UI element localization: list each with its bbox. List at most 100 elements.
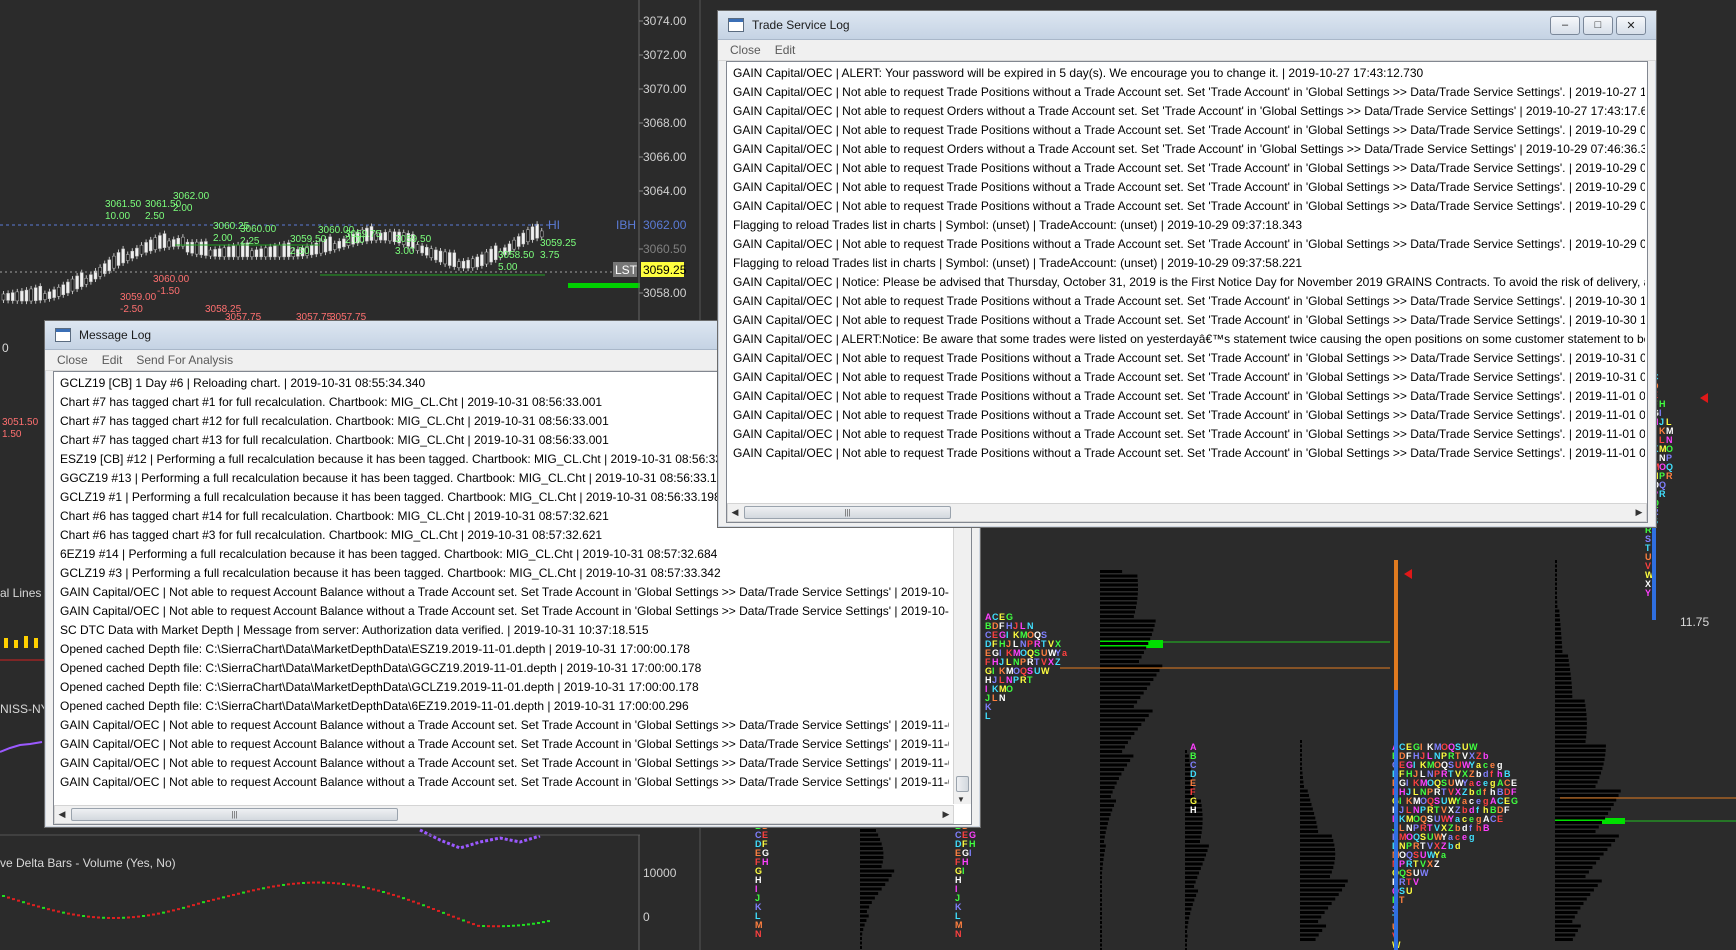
- scroll-left-icon[interactable]: ◀: [55, 806, 69, 823]
- log-line[interactable]: Flagging to reload Trades list in charts…: [727, 254, 1645, 273]
- svg-text:e: e: [1462, 832, 1467, 842]
- log-line[interactable]: GAIN Capital/OEC | Not able to request T…: [727, 178, 1645, 197]
- svg-text:T: T: [1027, 675, 1033, 685]
- svg-text:V: V: [1413, 877, 1419, 887]
- study-label-lines: al Lines: [0, 586, 41, 600]
- log-line[interactable]: GAIN Capital/OEC | Not able to request T…: [727, 444, 1645, 463]
- log-line[interactable]: 6EZ19 #14 | Performing a full recalculat…: [54, 545, 949, 564]
- log-line[interactable]: GAIN Capital/OEC | Not able to request T…: [727, 406, 1645, 425]
- minimize-button[interactable]: –: [1550, 15, 1580, 35]
- log-line[interactable]: Opened cached Depth file: C:\SierraChart…: [54, 640, 949, 659]
- svg-text:R: R: [1666, 471, 1673, 481]
- swing-annotation: 3062.00: [173, 191, 210, 202]
- scroll-down-icon[interactable]: ▼: [957, 795, 965, 804]
- svg-text:g: g: [1469, 832, 1475, 842]
- log-line[interactable]: GAIN Capital/OEC | Not able to request T…: [727, 368, 1645, 387]
- log-line[interactable]: GAIN Capital/OEC | Not able to request A…: [54, 773, 949, 792]
- menu-close[interactable]: Close: [57, 353, 88, 367]
- menu-close[interactable]: Close: [730, 43, 761, 57]
- svg-text:H: H: [1190, 805, 1197, 815]
- log-line[interactable]: GCLZ19 #3 | Performing a full recalculat…: [54, 564, 949, 583]
- log-line[interactable]: GAIN Capital/OEC | Not able to request T…: [727, 159, 1645, 178]
- menu-edit[interactable]: Edit: [102, 353, 123, 367]
- price-axis-label: 3060.50: [643, 242, 687, 256]
- log-line[interactable]: GAIN Capital/OEC | ALERT:Notice: Be awar…: [727, 330, 1645, 349]
- price-axis-label: 3066.00: [643, 150, 687, 164]
- svg-text:N: N: [999, 693, 1006, 703]
- swing-annotation: 2.25: [240, 236, 260, 247]
- svg-text:T: T: [1399, 895, 1405, 905]
- log-line[interactable]: GAIN Capital/OEC | Not able to request T…: [727, 83, 1645, 102]
- scroll-left-icon[interactable]: ◀: [728, 504, 742, 521]
- close-button[interactable]: ✕: [1616, 15, 1646, 35]
- swing-annotation: 2.00: [173, 203, 193, 214]
- log-line[interactable]: SC DTC Data with Market Depth | Message …: [54, 621, 949, 640]
- price-axis-label: 3070.00: [643, 82, 687, 96]
- menu-edit[interactable]: Edit: [775, 43, 796, 57]
- swing-annotation: 2.50: [290, 246, 310, 257]
- swing-annotation: 3061.50: [105, 199, 142, 210]
- log-line[interactable]: Opened cached Depth file: C:\SierraChart…: [54, 659, 949, 678]
- svg-text:U: U: [1034, 666, 1041, 676]
- lst-price: 3059.25: [643, 263, 687, 277]
- swing-annotation: 3059.50: [395, 234, 432, 245]
- horizontal-scrollbar[interactable]: ◀ ||| ▶: [727, 503, 1647, 522]
- svg-text:U: U: [1406, 886, 1413, 896]
- log-line[interactable]: Chart #6 has tagged chart #3 for full re…: [54, 526, 949, 545]
- horizontal-scrollbar[interactable]: ◀ ||| ▶: [54, 805, 954, 824]
- log-line[interactable]: GAIN Capital/OEC | Not able to request T…: [727, 292, 1645, 311]
- svg-text:Y: Y: [1645, 588, 1651, 598]
- svg-text:P: P: [1013, 675, 1019, 685]
- log-line[interactable]: Opened cached Depth file: C:\SierraChart…: [54, 678, 949, 697]
- swing-annotation: 3.75: [540, 250, 560, 261]
- swing-annotation: 3.00: [395, 246, 415, 257]
- swing-annotation: -1.50: [157, 286, 180, 297]
- ibh-price: 3062.00: [643, 218, 687, 232]
- svg-text:H: H: [762, 857, 769, 867]
- trade-log-titlebar[interactable]: Trade Service Log – □ ✕: [718, 11, 1656, 40]
- log-line[interactable]: GAIN Capital/OEC | Not able to request T…: [727, 235, 1645, 254]
- log-line[interactable]: GAIN Capital/OEC | Not able to request A…: [54, 602, 949, 621]
- log-line[interactable]: GAIN Capital/OEC | Not able to request T…: [727, 197, 1645, 216]
- log-line[interactable]: GAIN Capital/OEC | Not able to request A…: [54, 754, 949, 773]
- svg-text:Z: Z: [1434, 859, 1440, 869]
- swing-annotation: 3060.00: [240, 224, 277, 235]
- log-line[interactable]: GAIN Capital/OEC | Not able to request A…: [54, 583, 949, 602]
- log-line[interactable]: GAIN Capital/OEC | Not able to request T…: [727, 387, 1645, 406]
- trade-service-log-window[interactable]: Trade Service Log – □ ✕ Close Edit GAIN …: [717, 10, 1657, 528]
- log-line[interactable]: GAIN Capital/OEC | Not able to request O…: [727, 102, 1645, 121]
- trade-log-menubar: Close Edit: [718, 40, 1656, 61]
- horizontal-scroll-thumb[interactable]: |||: [744, 506, 951, 519]
- vertical-scroll-thumb[interactable]: [956, 776, 969, 792]
- svg-text:B: B: [1483, 823, 1490, 833]
- log-line[interactable]: GAIN Capital/OEC | Notice: Please be adv…: [727, 273, 1645, 292]
- log-line[interactable]: GAIN Capital/OEC | Not able to request A…: [54, 735, 949, 754]
- scroll-right-icon[interactable]: ▶: [1632, 504, 1646, 521]
- log-line[interactable]: GAIN Capital/OEC | Not able to request T…: [727, 121, 1645, 140]
- price-axis-label: 3072.00: [643, 48, 687, 62]
- log-line[interactable]: Flagging to reload Trades list in charts…: [727, 216, 1645, 235]
- log-line[interactable]: GAIN Capital/OEC | Not able to request T…: [727, 311, 1645, 330]
- window-icon: [55, 328, 71, 342]
- log-line[interactable]: Opened cached Depth file: C:\SierraChart…: [54, 697, 949, 716]
- swing-annotation: 10.00: [105, 211, 130, 222]
- log-line[interactable]: GAIN Capital/OEC | ALERT: Your password …: [727, 64, 1645, 83]
- log-line[interactable]: GAIN Capital/OEC | Not able to request T…: [727, 425, 1645, 444]
- menu-send-for-analysis[interactable]: Send For Analysis: [136, 353, 233, 367]
- log-line[interactable]: GAIN Capital/OEC | Not able to request A…: [54, 716, 949, 735]
- horizontal-scroll-thumb[interactable]: |||: [71, 808, 398, 821]
- trade-log-content[interactable]: GAIN Capital/OEC | ALERT: Your password …: [726, 61, 1648, 523]
- svg-text:R: R: [1659, 489, 1666, 499]
- log-line[interactable]: GAIN Capital/OEC | Not able to request T…: [727, 349, 1645, 368]
- swing-annotation: 3058.50: [498, 250, 535, 261]
- scroll-right-icon[interactable]: ▶: [939, 806, 953, 823]
- swing-annotation: 3059.75: [345, 229, 382, 240]
- svg-text:L: L: [985, 711, 991, 721]
- log-line[interactable]: GAIN Capital/OEC | Not able to request O…: [727, 140, 1645, 159]
- svg-text:I: I: [969, 848, 972, 858]
- maximize-button[interactable]: □: [1583, 15, 1613, 35]
- ibh-label: IBH: [616, 218, 636, 232]
- svg-text:L: L: [992, 693, 998, 703]
- swing-annotation: 3059.25: [540, 238, 577, 249]
- svg-text:E: E: [1497, 814, 1503, 824]
